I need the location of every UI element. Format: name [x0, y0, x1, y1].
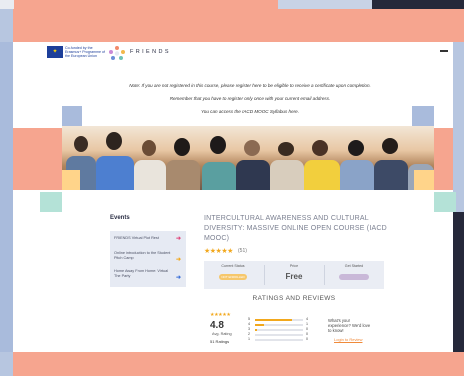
arrow-right-icon[interactable]: ➜ [176, 257, 184, 263]
hero-decor-block [62, 170, 80, 190]
price-label: Price [289, 264, 299, 268]
star-rating-icon: ★★★★★ [204, 248, 233, 255]
review-count: (51) [238, 248, 247, 254]
top-decor-dark [372, 0, 464, 9]
hero-decor-block [434, 192, 456, 212]
rating-bar-stars: 2 [248, 332, 250, 336]
start-column: Get Started [325, 264, 383, 268]
status-badge: NOT ENROLLED [219, 274, 247, 280]
arrow-right-icon[interactable]: ➜ [176, 236, 184, 242]
register-once-note: Remember that you have to register only … [169, 96, 331, 101]
rating-bar-track [255, 319, 303, 321]
rating-bar-stars: 5 [248, 317, 250, 321]
rating-bar-row: 2 0 [248, 332, 308, 337]
course-info-box: Current Status NOT ENROLLED Price Free G… [204, 261, 384, 289]
review-prompt: What's your experience? We'd love to kno… [328, 318, 371, 333]
start-label: Get Started [344, 264, 364, 268]
hero-decor-block [412, 106, 434, 126]
price-value: Free [285, 272, 303, 281]
course-title: INTERCULTURAL AWARENESS AND CULTURAL DIV… [204, 215, 387, 242]
status-label: Current Status [221, 264, 245, 268]
events-list: FRIENDS Virtual Plot Rest ➜ Online intro… [110, 231, 186, 287]
friends-logo-icon [109, 46, 125, 60]
brand-name: FRIENDS [130, 49, 171, 55]
status-column: Current Status [204, 264, 262, 268]
register-note: Note: If you are not registered in this … [129, 83, 371, 88]
login-to-review-link[interactable]: Login to Review [334, 337, 362, 342]
rating-bar-fill [255, 329, 257, 331]
divider [324, 265, 325, 285]
rating-bar-row: 4 1 [248, 322, 308, 327]
get-started-button[interactable] [339, 274, 369, 280]
rating-bar-track [255, 334, 303, 336]
average-rating-label: Avg. Rating [212, 332, 232, 336]
ratings-heading: RATINGS AND REVIEWS [252, 295, 336, 302]
rating-bar-stars: 4 [248, 322, 250, 326]
rating-bar-stars: 3 [248, 327, 250, 331]
right-decor-dark [453, 212, 464, 352]
event-item-label[interactable]: Home Away From Home: Virtual The Party [114, 269, 174, 279]
rating-bar-row: 5 4 [248, 317, 308, 322]
syllabus-note: You can access the IACD MOOC Syllabus he… [200, 109, 300, 114]
menu-icon[interactable] [440, 50, 448, 56]
rating-bar-row: 3 0 [248, 327, 308, 332]
left-decor-strip [0, 42, 13, 352]
eu-funding-text: Co-funded by the Erasmus+ Programme of t… [65, 46, 106, 58]
event-item-label[interactable]: Online introduction to the Student Pitch… [114, 251, 174, 261]
average-rating: 4.8 [210, 320, 224, 331]
price-column: Price [265, 264, 323, 268]
rating-bar-fill [255, 324, 264, 326]
hero-decor-block [414, 170, 434, 190]
rating-bar-count: 1 [306, 322, 308, 326]
rating-bar-count: 4 [306, 317, 308, 321]
rating-bar-stars: 1 [248, 337, 250, 341]
top-decor-grey [0, 0, 14, 9]
arrow-right-icon[interactable]: ➜ [176, 275, 184, 281]
hero-decor-block [62, 106, 82, 126]
hero-decor-block [40, 192, 62, 212]
rating-bar-track [255, 329, 303, 331]
rating-bar-count: 0 [306, 327, 308, 331]
rating-bar-track [255, 339, 303, 341]
rating-bar-track [255, 324, 303, 326]
bottom-decor-band [13, 352, 464, 376]
top-decor-blue [278, 0, 372, 9]
eu-flag-icon: ✦ [47, 46, 63, 58]
rating-bar-row: 1 0 [248, 337, 308, 342]
ratings-count: 51 Ratings [210, 339, 230, 344]
page-content [13, 42, 453, 352]
hero-image [62, 126, 434, 190]
rating-bar-count: 0 [306, 332, 308, 336]
events-heading: Events [110, 215, 130, 221]
event-item-label[interactable]: FRIENDS Virtual Plot Rest [114, 236, 174, 241]
rating-bar-fill [255, 319, 293, 321]
star-rating-icon: ★★★★★ [210, 312, 231, 318]
rating-bar-count: 0 [306, 337, 308, 341]
